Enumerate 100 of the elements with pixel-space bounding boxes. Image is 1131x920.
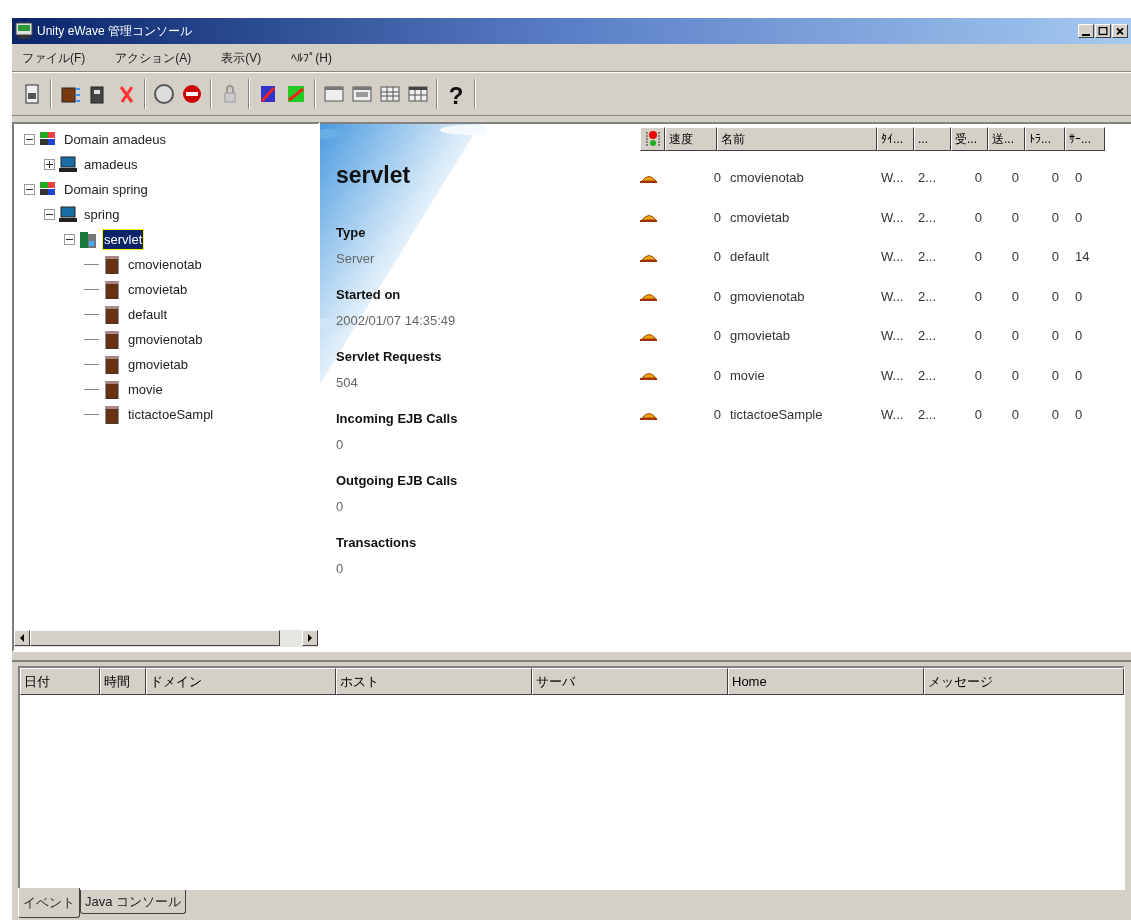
tree-item[interactable]: servlet [102,228,145,251]
table-cell-text: cmovienotab [729,169,805,187]
tree-item[interactable]: tictactoeSampl [126,403,216,426]
field-value: 0 [336,561,345,578]
computer-icon [59,155,77,174]
table-cell-text: 0 [712,327,722,345]
tab[interactable]: イベント [18,888,80,918]
table-cell-text: tictactoeSample [729,406,824,424]
table-cell-text: 0 [1050,327,1060,345]
menu-item[interactable]: ﾍﾙﾌﾟ(H) [291,48,332,67]
left-arrow-icon [19,634,25,642]
table-cell-text: 14 [1074,248,1091,266]
app-icon [15,22,33,40]
expander-toggle[interactable] [44,209,55,220]
stop-icon [181,83,203,105]
tab[interactable]: Java コンソール [80,890,187,914]
expander-toggle[interactable] [44,159,55,170]
column-header[interactable]: 速度 [665,127,717,151]
detail-title: servlet [336,161,412,190]
table-cell-text: 0 [1010,327,1020,345]
table-cell-text: 0 [1074,208,1084,227]
tree-item[interactable]: default [126,303,170,326]
column-header[interactable]: ｻｰ... [1065,127,1105,151]
column-header[interactable]: 時間 [100,668,146,695]
table-cell-text: 0 [1050,248,1060,266]
table-cell-text: 2... [917,406,938,424]
table-cell-text: 2... [917,287,938,306]
close-button[interactable] [1112,24,1128,38]
tree-item[interactable]: gmovietab [126,353,190,376]
help-button[interactable]: ? [442,78,470,110]
column-header[interactable]: ドメイン [146,668,336,695]
column-header[interactable]: ﾄﾗ... [1025,127,1065,151]
table-cell-text: 0 [1010,208,1020,227]
expander-toggle[interactable] [24,184,35,195]
table-cell-text: 0 [973,366,983,385]
grid-icon [407,83,429,105]
table-cell-text: W... [880,248,905,266]
table-cell-text: 0 [1050,208,1060,227]
box-icon [103,255,121,274]
field-label: Servlet Requests [336,347,443,366]
minus-icon [26,186,33,193]
minimize-button[interactable] [1078,24,1094,38]
column-header[interactable]: 受... [951,127,988,151]
box-icon [103,330,121,349]
tree-item[interactable]: Domain amadeus [62,128,168,151]
horizontal-scrollbar[interactable] [14,630,318,647]
column-header[interactable]: 日付 [20,668,100,695]
table-cell-text: 0 [973,208,983,227]
table-cell-text: 0 [1074,366,1084,385]
column-header[interactable]: サーバ [532,668,728,695]
tree-item[interactable]: movie [126,378,165,401]
table-cell-text: 0 [1010,169,1020,187]
expander-toggle[interactable] [64,234,75,245]
field-value: 504 [336,375,359,392]
column-header[interactable]: メッセージ [924,668,1124,695]
table-cell-text: 0 [1050,169,1060,187]
table-cell-text: W... [880,169,905,187]
table-cell-text: cmovietab [729,208,791,227]
tree-item[interactable]: cmovienotab [126,253,204,276]
column-header[interactable]: 送... [988,127,1025,151]
minimize-icon [1082,33,1090,36]
column-header[interactable] [640,127,665,151]
tree-item[interactable]: Domain spring [62,178,150,201]
column-header[interactable]: ホスト [336,668,532,695]
right-arrow-icon [307,634,313,642]
column-header[interactable]: ... [914,127,951,151]
tree-item[interactable]: amadeus [82,153,140,176]
tree-item[interactable]: cmovietab [126,278,190,301]
column-header[interactable]: Home [728,668,924,695]
column-header[interactable]: 名前 [717,127,877,151]
maximize-button[interactable] [1095,24,1111,38]
box-icon [103,405,121,424]
field-value: Server [336,251,376,268]
table-cell-text: 0 [712,406,722,424]
plus-icon [46,161,53,168]
field-label: Incoming EJB Calls [336,409,459,428]
box-icon [103,280,121,299]
column-header[interactable]: ﾀｲ... [877,127,914,151]
table-cell-text: 0 [1074,169,1084,187]
menu-item[interactable]: ファイル(F) [22,48,86,67]
table-cell-text: default [729,248,771,266]
box-icon [103,355,121,374]
tree-item[interactable]: gmovienotab [126,328,205,351]
table-cell-text: movie [729,366,766,385]
start-icon [153,83,175,105]
table-cell-text: gmovienotab [729,287,806,306]
table-cell-text: 0 [712,287,722,306]
table-cell-text: 0 [1050,287,1060,306]
table-cell-text: 0 [712,248,722,266]
field-value: 0 [336,499,345,516]
table-cell-text: 0 [1050,366,1060,385]
tree-item[interactable]: spring [82,203,122,226]
scrollbar-thumb[interactable] [30,630,280,646]
menu-item[interactable]: 表示(V) [221,48,262,67]
maximize-icon [1096,25,1110,37]
minus-icon [26,136,33,143]
menu-item[interactable]: アクション(A) [115,48,192,67]
expander-toggle[interactable] [24,134,35,145]
field-label: Outgoing EJB Calls [336,471,459,490]
grid-icon [379,83,401,105]
